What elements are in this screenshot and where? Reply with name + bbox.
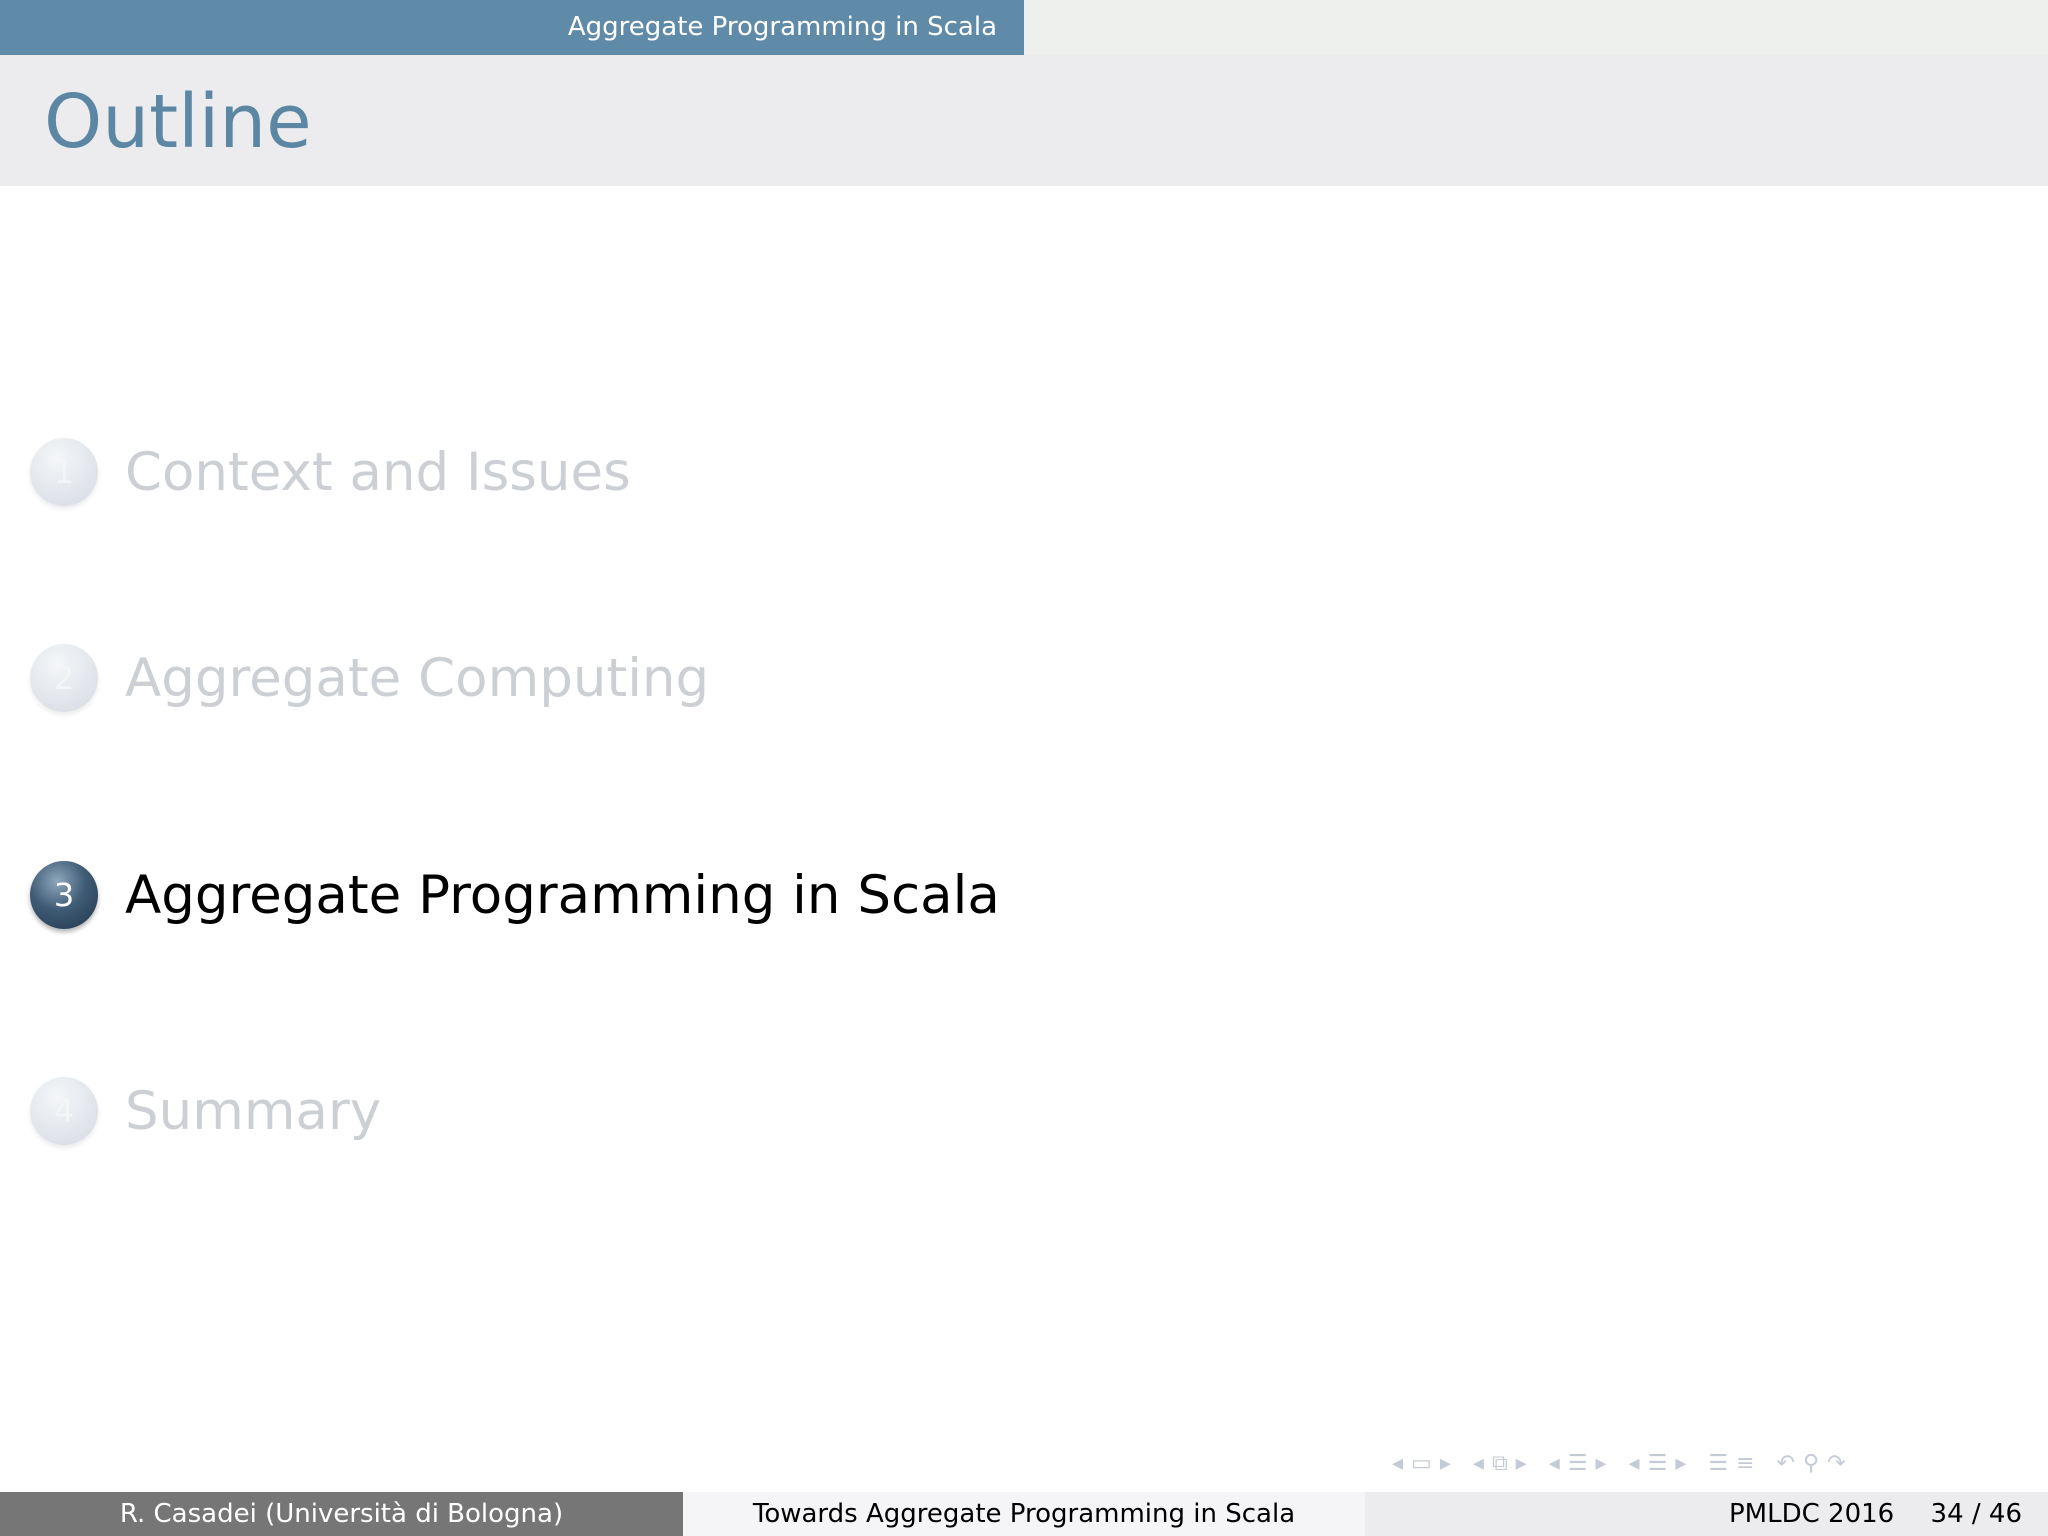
prev-frame-icon[interactable]: ◂ <box>1392 1448 1403 1480</box>
outline-item-2[interactable]: 2 Aggregate Computing <box>30 642 709 714</box>
outline-item-label: Summary <box>125 1080 382 1142</box>
subsection-icon[interactable]: ⧉ <box>1492 1448 1508 1480</box>
forward-icon[interactable]: ↷ <box>1827 1448 1845 1480</box>
next-frame-icon[interactable]: ▸ <box>1440 1448 1451 1480</box>
next-section-icon[interactable]: ▸ <box>1595 1448 1606 1480</box>
prev-document-icon[interactable]: ◂ <box>1629 1448 1640 1480</box>
prev-subsection-icon[interactable]: ◂ <box>1473 1448 1484 1480</box>
frame-title: Outline <box>44 79 312 165</box>
next-subsection-icon[interactable]: ▸ <box>1516 1448 1527 1480</box>
prev-section-icon[interactable]: ◂ <box>1549 1448 1560 1480</box>
outline-item-label: Context and Issues <box>125 441 631 503</box>
outline-item-4[interactable]: 4 Summary <box>30 1075 381 1147</box>
outline-item-3[interactable]: 3 Aggregate Programming in Scala <box>30 859 1000 931</box>
navigation-symbols: ◂ ▭ ▸ ◂ ⧉ ▸ ◂ ☰ ▸ ◂ ☰ ▸ ☰ ≡ ↶ ⚲ ↷ <box>1392 1448 2032 1480</box>
appendix-end-icon[interactable]: ≡ <box>1736 1448 1754 1480</box>
next-document-icon[interactable]: ▸ <box>1675 1448 1686 1480</box>
footer-event: PMLDC 2016 <box>1729 1499 1895 1529</box>
slide: Aggregate Programming in Scala Outline 1… <box>0 0 2048 1536</box>
outline-item-1[interactable]: 1 Context and Issues <box>30 436 631 508</box>
outline-number-ball: 4 <box>30 1077 98 1145</box>
footline: R. Casadei (Università di Bologna) Towar… <box>0 1492 2048 1536</box>
footer-author: R. Casadei (Università di Bologna) <box>0 1492 683 1536</box>
footer-right: PMLDC 2016 34 / 46 <box>1365 1492 2048 1536</box>
outline-number-ball: 2 <box>30 644 98 712</box>
footer-title: Towards Aggregate Programming in Scala <box>683 1492 1365 1536</box>
section-icon[interactable]: ☰ <box>1568 1448 1588 1480</box>
outline-item-label: Aggregate Programming in Scala <box>125 864 1000 926</box>
search-icon[interactable]: ⚲ <box>1803 1448 1819 1480</box>
back-icon[interactable]: ↶ <box>1777 1448 1795 1480</box>
appendix-icon[interactable]: ☰ <box>1708 1448 1728 1480</box>
document-icon[interactable]: ☰ <box>1648 1448 1668 1480</box>
outline-item-label: Aggregate Computing <box>125 647 710 709</box>
page-number: 34 / 46 <box>1930 1499 2022 1529</box>
section-navigation-current[interactable]: Aggregate Programming in Scala <box>0 0 1024 55</box>
outline-number-ball: 3 <box>30 861 98 929</box>
outline-number-ball: 1 <box>30 438 98 506</box>
frame-icon[interactable]: ▭ <box>1411 1448 1432 1480</box>
